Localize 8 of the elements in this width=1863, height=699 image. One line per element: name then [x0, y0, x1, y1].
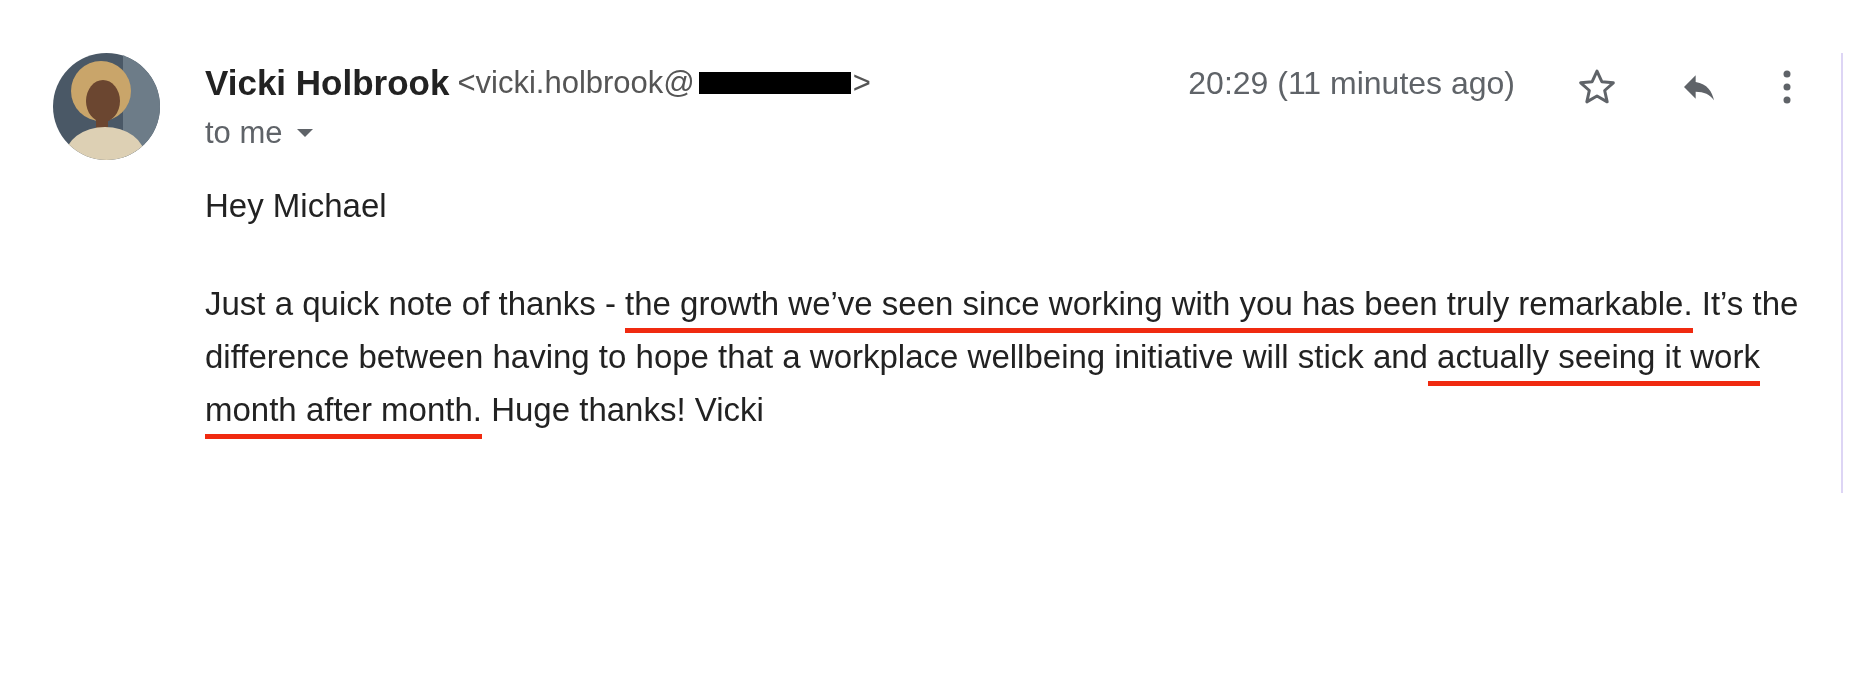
sender-name: Vicki Holbrook [205, 63, 450, 103]
email-bracket: > [852, 65, 871, 101]
recipient-label: to me [205, 115, 283, 151]
sender-email: <vicki.holbrook@ [457, 65, 695, 101]
timestamp: 20:29 (11 minutes ago) [1188, 65, 1515, 102]
message-body: Just a quick note of thanks - the growth we’ve seen since working with you has been truly remarkable. It’s the difference between having to hope that a workplace wellbeing initiative will stick and actually seeing it work month after month. Huge thanks! Vicki [205, 277, 1835, 436]
greeting-text: Hey Michael [205, 187, 388, 225]
dropdown-caret-icon[interactable] [296, 129, 313, 137]
